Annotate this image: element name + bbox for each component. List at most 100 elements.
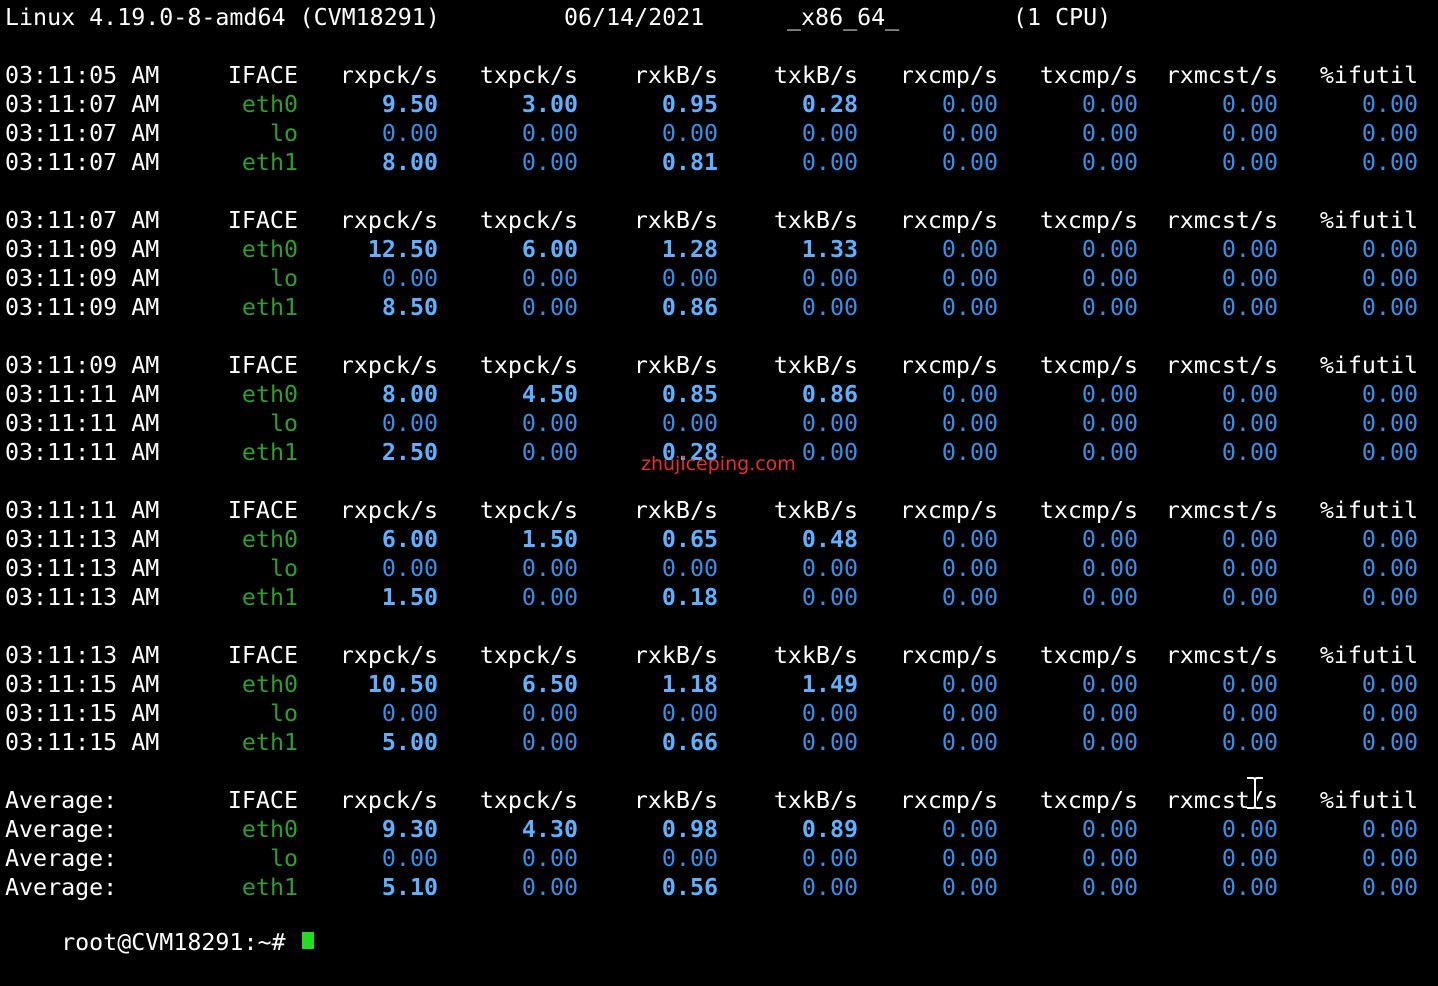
row-value: 0.65: [661, 526, 718, 553]
row-iface: eth0: [241, 671, 298, 698]
row-value: 0.00: [381, 555, 438, 582]
row-iface: eth1: [241, 149, 298, 176]
row-value: 12.50: [367, 236, 438, 263]
row-value: 0.00: [661, 265, 718, 292]
row-value: 0.00: [521, 410, 578, 437]
row-value: 0.00: [1081, 671, 1138, 698]
column-header: IFACE: [227, 62, 298, 89]
row-value: 0.00: [1081, 294, 1138, 321]
row-value: 6.00: [381, 526, 438, 553]
row-value: 9.50: [381, 91, 438, 118]
row-value: 0.00: [941, 700, 998, 727]
row-time: 03:11:07 AM: [5, 120, 160, 147]
column-header: %ifutil: [1319, 62, 1418, 89]
row-value: 8.00: [381, 149, 438, 176]
stats-data-row: 03:11:11 AM lo 0.00 0.00 0.00 0.00 0.00 0.00 0.0…: [0, 409, 1438, 438]
row-value: 0.00: [1221, 381, 1278, 408]
text-cursor-ibeam-icon: [1247, 776, 1263, 810]
row-value: 6.00: [521, 236, 578, 263]
row-value: 0.00: [381, 265, 438, 292]
row-value: 0.00: [1361, 265, 1418, 292]
row-value: 0.00: [1081, 555, 1138, 582]
row-iface: eth1: [241, 584, 298, 611]
stats-data-row: 03:11:07 AM lo 0.00 0.00 0.00 0.00 0.00 0.00 0.0…: [0, 119, 1438, 148]
row-value: 0.00: [1361, 120, 1418, 147]
stats-data-row: 03:11:13 AM eth1 1.50 0.00 0.18 0.00 0.00 0.00 0…: [0, 583, 1438, 612]
row-value: 5.10: [381, 874, 438, 901]
row-value: 0.00: [941, 555, 998, 582]
row-value: 0.86: [801, 381, 858, 408]
column-header: IFACE: [227, 787, 298, 814]
row-value: 0.00: [521, 555, 578, 582]
row-value: 0.00: [1361, 700, 1418, 727]
row-value: 0.00: [1221, 120, 1278, 147]
row-value: 0.00: [521, 584, 578, 611]
row-value: 0.00: [521, 439, 578, 466]
row-value: 0.00: [801, 584, 858, 611]
row-value: 0.28: [801, 91, 858, 118]
column-header: rxcmp/s: [899, 352, 998, 379]
column-header: txcmp/s: [1039, 62, 1138, 89]
row-value: 0.00: [941, 149, 998, 176]
row-value: 0.00: [661, 120, 718, 147]
column-header: txkB/s: [773, 207, 858, 234]
column-header: txkB/s: [773, 62, 858, 89]
row-value: 0.00: [941, 410, 998, 437]
stats-data-row: 03:11:09 AM eth0 12.50 6.00 1.28 1.33 0.00 0.00…: [0, 235, 1438, 264]
terminal-window[interactable]: Linux 4.19.0-8-amd64 (CVM18291) 06/14/20…: [0, 0, 1438, 956]
row-value: 8.00: [381, 381, 438, 408]
watermark-text: zhujiceping.com: [641, 453, 796, 475]
column-header: rxkB/s: [633, 497, 718, 524]
column-header: rxcmp/s: [899, 497, 998, 524]
shell-prompt[interactable]: root@CVM18291:~#: [5, 899, 314, 956]
row-time: 03:11:13 AM: [5, 526, 160, 553]
row-value: 0.00: [1361, 874, 1418, 901]
column-header: IFACE: [227, 497, 298, 524]
row-value: 0.00: [661, 845, 718, 872]
column-header: %ifutil: [1319, 787, 1418, 814]
column-header: rxmcst/s: [1165, 497, 1278, 524]
row-value: 0.00: [941, 91, 998, 118]
row-iface: eth0: [241, 526, 298, 553]
row-value: 3.00: [521, 91, 578, 118]
header-time: 03:11:13 AM: [5, 642, 160, 669]
stats-header-row: 03:11:05 AM IFACE rxpck/s txpck/s rxkB/s txkB…: [0, 61, 1438, 90]
row-value: 0.00: [1081, 439, 1138, 466]
row-time: 03:11:15 AM: [5, 700, 160, 727]
row-value: 10.50: [367, 671, 438, 698]
row-value: 0.00: [801, 410, 858, 437]
row-value: 0.00: [381, 700, 438, 727]
row-value: 9.30: [381, 816, 438, 843]
row-value: 0.00: [941, 439, 998, 466]
row-time: 03:11:09 AM: [5, 294, 160, 321]
row-value: 0.00: [801, 555, 858, 582]
row-value: 1.50: [381, 584, 438, 611]
row-value: 0.00: [1361, 671, 1418, 698]
row-value: 0.00: [1221, 729, 1278, 756]
row-value: 0.00: [1081, 526, 1138, 553]
row-value: 0.00: [1221, 671, 1278, 698]
stats-header-row: 03:11:13 AM IFACE rxpck/s txpck/s rxkB/s txkB…: [0, 641, 1438, 670]
row-value: 0.00: [1361, 584, 1418, 611]
row-value: 0.00: [521, 120, 578, 147]
row-value: 0.00: [1361, 294, 1418, 321]
row-value: 0.00: [801, 874, 858, 901]
system-arch: _x86_64_: [787, 4, 900, 31]
row-iface: eth0: [241, 91, 298, 118]
stats-data-row: 03:11:11 AM eth0 8.00 4.50 0.85 0.86 0.00 0.00 0…: [0, 380, 1438, 409]
row-value: 0.00: [381, 120, 438, 147]
column-header: IFACE: [227, 352, 298, 379]
column-header: txpck/s: [479, 352, 578, 379]
column-header: %ifutil: [1319, 352, 1418, 379]
row-value: 0.86: [661, 294, 718, 321]
header-time: 03:11:07 AM: [5, 207, 160, 234]
row-value: 0.85: [661, 381, 718, 408]
system-cpu: (1 CPU): [1013, 4, 1112, 31]
column-header: txkB/s: [773, 787, 858, 814]
column-header: rxpck/s: [339, 352, 438, 379]
row-value: 0.00: [801, 729, 858, 756]
row-value: 0.00: [521, 700, 578, 727]
row-value: 0.00: [521, 265, 578, 292]
row-value: 0.00: [1221, 874, 1278, 901]
column-header: IFACE: [227, 207, 298, 234]
